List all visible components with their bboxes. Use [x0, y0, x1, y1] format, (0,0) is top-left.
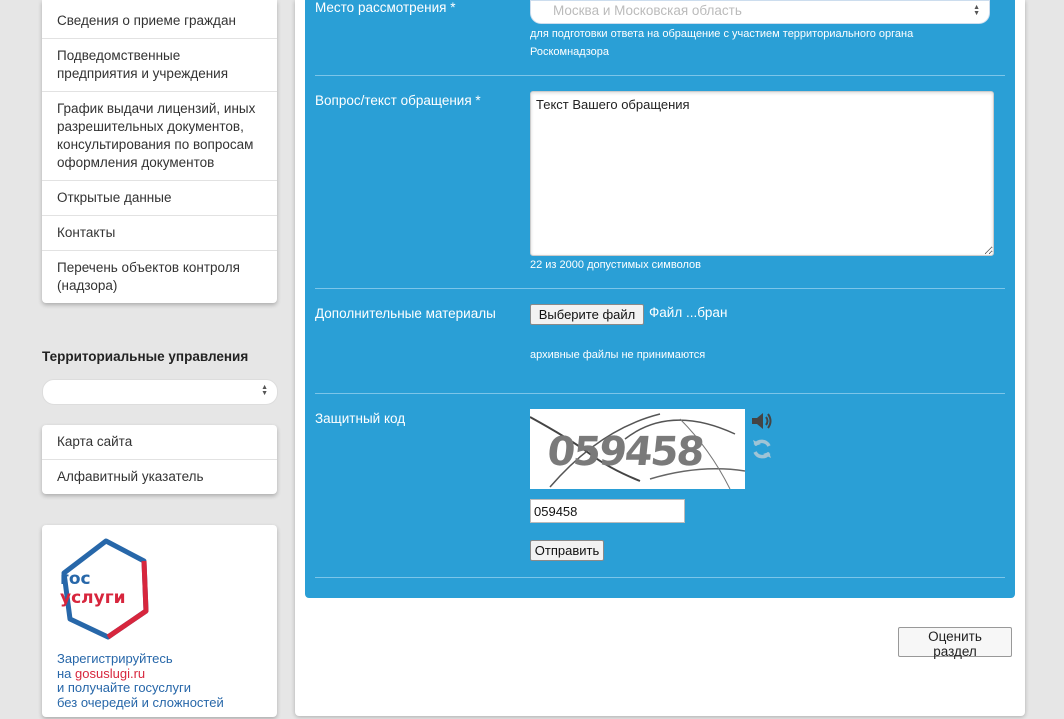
sidebar-menu: Сведения о приеме граждан Подведомственн… — [42, 0, 277, 303]
place-select[interactable]: Москва и Московская область ▲ ▼ — [530, 0, 990, 24]
promo-line-4: без очередей и сложностей — [57, 694, 224, 710]
sidebar-item-licenses[interactable]: График выдачи лицензий, иных разрешитель… — [42, 91, 277, 180]
captcha-input[interactable] — [530, 499, 685, 523]
sidebar-item-contacts[interactable]: Контакты — [42, 215, 277, 250]
promo-line-1: Зарегистрируйтесь — [57, 651, 173, 666]
divider — [315, 393, 1005, 394]
attachments-label: Дополнительные материалы — [315, 306, 496, 321]
territorial-heading: Территориальные управления — [42, 349, 249, 364]
place-select-value: Москва и Московская область — [553, 3, 742, 18]
gosuslugi-promo: Зарегистрируйтесь на gosuslugi.ru и полу… — [57, 651, 224, 710]
file-status: Файл ...бран — [649, 305, 728, 320]
attachments-hint: архивные файлы не принимаются — [530, 349, 706, 361]
sidebar-item-alphabetical-index[interactable]: Алфавитный указатель — [42, 459, 277, 494]
speaker-icon[interactable] — [750, 411, 774, 436]
sidebar-item-subordinate[interactable]: Подведомственные предприятия и учреждени… — [42, 38, 277, 91]
promo-line-2: на gosuslugi.ru — [57, 665, 224, 682]
refresh-icon[interactable] — [750, 437, 774, 466]
place-hint: для подготовки ответа на обращение с уча… — [530, 28, 914, 58]
sidebar-item-open-data[interactable]: Открытые данные — [42, 180, 277, 215]
divider — [315, 288, 1005, 289]
territorial-select[interactable]: ▲ ▼ — [42, 379, 278, 405]
promo-line-3: и получайте госуслуги — [57, 680, 191, 695]
sidebar-item-sitemap[interactable]: Карта сайта — [42, 425, 277, 459]
gosuslugi-logo-line1: гос — [60, 569, 91, 589]
gosuslugi-logo-line2: услуги — [60, 588, 126, 608]
question-counter: 22 из 2000 допустимых символов — [530, 259, 701, 271]
sidebar-item-reception[interactable]: Сведения о приеме граждан — [42, 0, 277, 38]
select-arrows-icon: ▲ ▼ — [973, 4, 980, 17]
rate-section-button[interactable]: Оценить раздел — [898, 627, 1012, 659]
choose-file-button[interactable]: Выберите файл — [530, 304, 644, 325]
sidebar-links: Карта сайта Алфавитный указатель — [42, 425, 277, 494]
gosuslugi-banner[interactable]: гос услуги Зарегистрируйтесь на gosuslug… — [42, 525, 277, 717]
captcha-image: 059458 — [530, 409, 745, 489]
place-label: Место рассмотрения * — [315, 0, 456, 15]
captcha-text: 059458 — [545, 429, 705, 475]
submit-button[interactable]: Отправить — [530, 540, 604, 561]
divider — [315, 75, 1005, 76]
question-label: Вопрос/текст обращения * — [315, 93, 481, 108]
divider — [315, 577, 1005, 578]
gosuslugi-logo: гос услуги — [60, 538, 149, 640]
select-arrows-icon: ▲ ▼ — [261, 384, 268, 397]
captcha-label: Защитный код — [315, 411, 406, 426]
question-textarea[interactable]: Текст Вашего обращения — [530, 91, 994, 256]
gosuslugi-link[interactable]: gosuslugi.ru — [75, 666, 145, 681]
sidebar-item-control-objects[interactable]: Перечень объектов контроля (надзора) — [42, 250, 277, 303]
promo-line-2-prefix: на — [57, 665, 76, 681]
